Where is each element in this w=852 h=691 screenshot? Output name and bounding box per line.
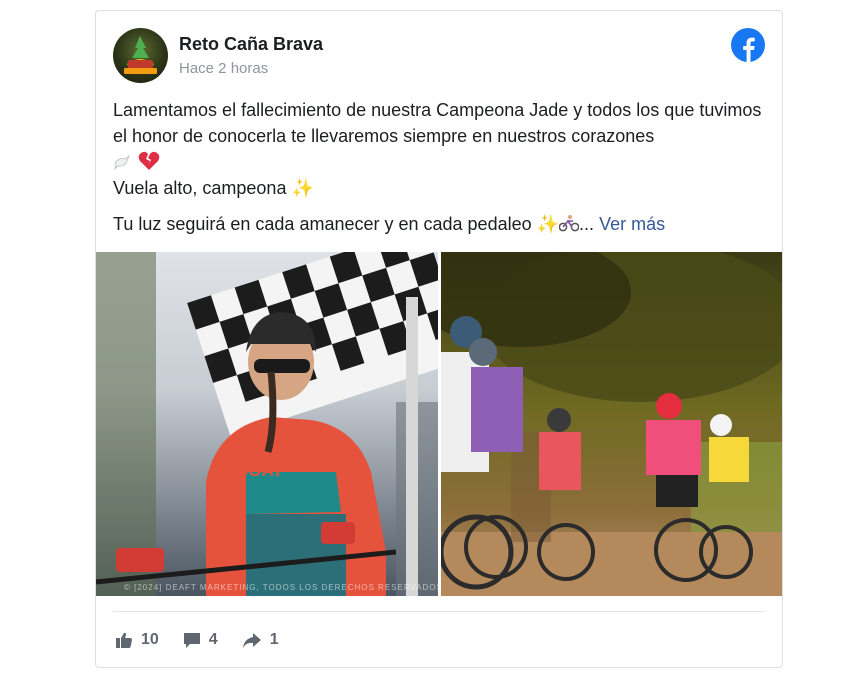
post-text-line-3: Tu luz seguirá en cada amanecer y en cad… bbox=[113, 214, 532, 234]
jersey-text: COAT bbox=[236, 461, 284, 480]
post-text-line-1: Lamentamos el fallecimiento de nuestra C… bbox=[113, 100, 762, 146]
sparkles-emoji-icon: ✨ bbox=[291, 178, 314, 198]
share-icon bbox=[242, 633, 261, 648]
share-action[interactable]: 1 bbox=[242, 631, 279, 649]
post-photos: COAT © [2024] DEAFT MARKETING, TODOS LOS… bbox=[96, 252, 782, 596]
photo-cyclists-race[interactable] bbox=[441, 252, 782, 596]
post-text-line-2: Vuela alto, campeona bbox=[113, 178, 287, 198]
post-text: Lamentamos el fallecimiento de nuestra C… bbox=[113, 97, 773, 237]
like-icon bbox=[116, 632, 132, 648]
comment-action[interactable]: 4 bbox=[183, 631, 218, 649]
post-card: Reto Caña Brava Hace 2 horas Lamentamos … bbox=[95, 10, 783, 668]
comment-count: 4 bbox=[208, 631, 218, 648]
page-name[interactable]: Reto Caña Brava bbox=[179, 34, 323, 55]
page-avatar[interactable] bbox=[113, 28, 168, 83]
cyclist-emoji-icon bbox=[558, 214, 580, 234]
sparkles-emoji-icon: ✨ bbox=[536, 214, 560, 234]
see-more-link[interactable]: Ver más bbox=[599, 214, 665, 234]
broken-heart-emoji-icon bbox=[138, 151, 160, 171]
photo-cyclist-portrait[interactable]: COAT © [2024] DEAFT MARKETING, TODOS LOS… bbox=[96, 252, 438, 596]
post-header: Reto Caña Brava Hace 2 horas bbox=[113, 28, 765, 84]
actions-divider bbox=[113, 611, 765, 612]
share-count: 1 bbox=[269, 631, 279, 648]
photo-watermark: © [2024] DEAFT MARKETING, TODOS LOS DERE… bbox=[124, 583, 438, 592]
like-action[interactable]: 10 bbox=[115, 631, 159, 649]
comment-icon bbox=[183, 633, 200, 648]
facebook-logo-icon[interactable] bbox=[731, 28, 765, 62]
like-count: 10 bbox=[141, 631, 159, 648]
text-ellipsis: ... bbox=[579, 214, 595, 234]
post-actions: 10 4 1 bbox=[115, 628, 303, 652]
post-timestamp[interactable]: Hace 2 horas bbox=[179, 60, 268, 77]
dove-emoji-icon bbox=[113, 152, 131, 171]
